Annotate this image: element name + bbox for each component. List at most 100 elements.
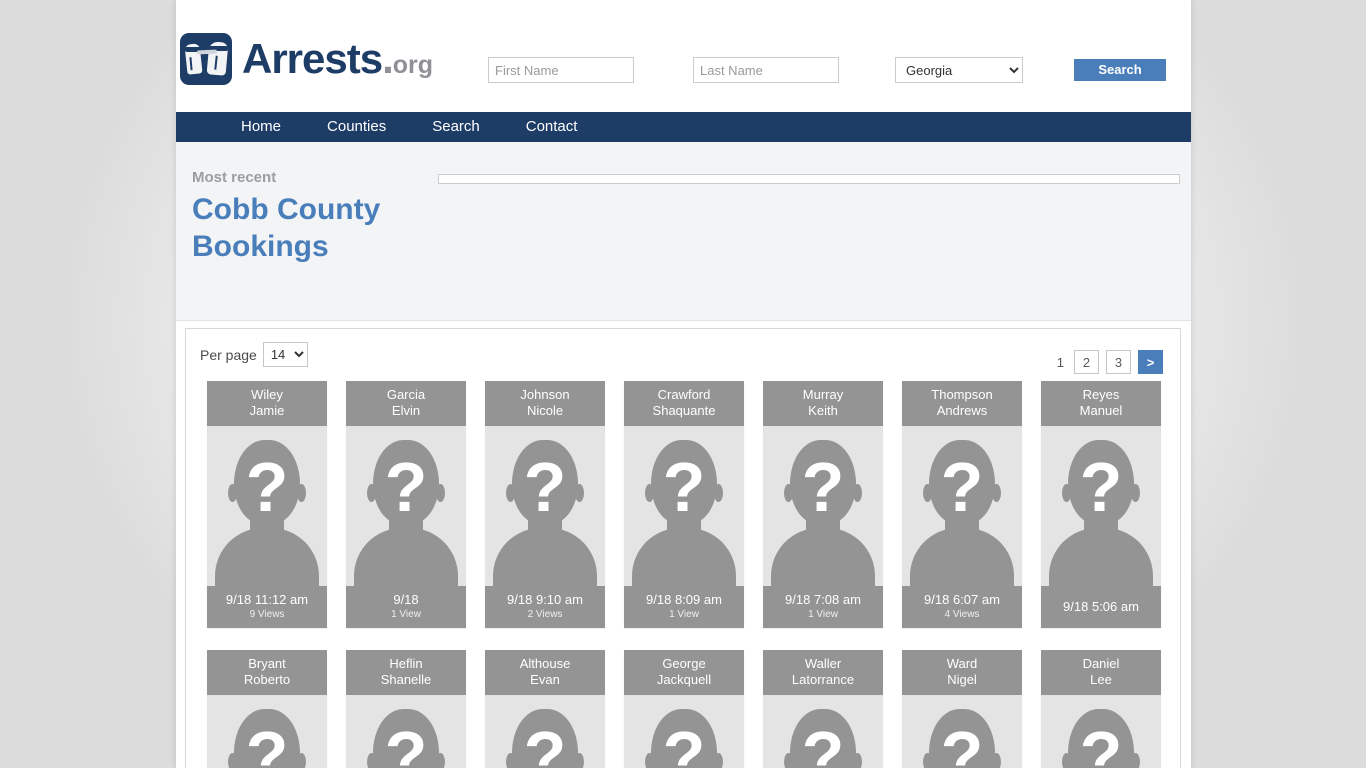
booking-first-name: Latorrance bbox=[791, 672, 855, 687]
booking-card-name: Reyes Manuel bbox=[1041, 381, 1161, 426]
booking-first-name: Manuel bbox=[1079, 403, 1123, 418]
booking-card[interactable]: Bryant Roberto? bbox=[207, 650, 327, 768]
logo-tld: org bbox=[392, 51, 434, 79]
booking-last-name: Heflin bbox=[389, 656, 423, 671]
page-container: Arrests.org Georgia Search Home Counties… bbox=[176, 0, 1191, 768]
booking-last-name: Johnson bbox=[520, 387, 570, 402]
main-navigation: Home Counties Search Contact bbox=[176, 112, 1191, 142]
booking-last-name: Crawford bbox=[657, 387, 711, 402]
per-page-select[interactable]: 14 bbox=[262, 342, 308, 367]
booking-card[interactable]: George Jackquell? bbox=[624, 650, 744, 768]
booking-card-name: Johnson Nicole bbox=[485, 381, 605, 426]
unknown-person-icon: ? bbox=[902, 695, 1022, 768]
booking-card-footer: 9/18 9:10 am 2 Views bbox=[485, 586, 605, 628]
booking-last-name: Thompson bbox=[931, 387, 993, 402]
booking-first-name: Lee bbox=[1090, 672, 1112, 687]
booking-card-footer: 9/18 7:08 am 1 View bbox=[763, 586, 883, 628]
booking-card-name: Heflin Shanelle bbox=[346, 650, 466, 695]
unknown-person-icon: ? bbox=[346, 426, 466, 586]
booking-card[interactable]: Thompson Andrews? 9/18 6:07 am 4 Views bbox=[902, 381, 1022, 628]
unknown-person-icon: ? bbox=[207, 695, 327, 768]
booking-card-name: Ward Nigel bbox=[902, 650, 1022, 695]
booking-view-count: 4 Views bbox=[944, 609, 980, 620]
unknown-person-icon: ? bbox=[1041, 426, 1161, 586]
booking-card[interactable]: Ward Nigel? bbox=[902, 650, 1022, 768]
pagination-next-button[interactable]: > bbox=[1138, 350, 1163, 374]
first-name-input[interactable] bbox=[488, 57, 634, 83]
pagination-page-3[interactable]: 3 bbox=[1106, 350, 1131, 374]
booking-timestamp: 9/18 6:07 am bbox=[924, 592, 1000, 607]
booking-last-name: Reyes bbox=[1082, 387, 1120, 402]
booking-timestamp: 9/18 5:06 am bbox=[1063, 599, 1139, 614]
nav-item-contact[interactable]: Contact bbox=[503, 112, 601, 142]
booking-last-name: Althouse bbox=[519, 656, 571, 671]
booking-card-name: Althouse Evan bbox=[485, 650, 605, 695]
booking-last-name: Wiley bbox=[251, 387, 283, 402]
booking-card[interactable]: Heflin Shanelle? bbox=[346, 650, 466, 768]
unknown-person-icon: ? bbox=[624, 426, 744, 586]
booking-first-name: Andrews bbox=[936, 403, 988, 418]
per-page-label: Per page bbox=[200, 346, 257, 363]
booking-first-name: Nicole bbox=[526, 403, 564, 418]
results-toolbar: Per page 14 1 2 3 > bbox=[186, 329, 1180, 381]
intro-section: Most recent Cobb County Bookings bbox=[176, 142, 1191, 321]
booking-card[interactable]: Waller Latorrance? bbox=[763, 650, 883, 768]
booking-first-name: Nigel bbox=[947, 672, 977, 687]
booking-card[interactable]: Wiley Jamie? 9/18 11:12 am 9 Views bbox=[207, 381, 327, 628]
booking-card[interactable]: Crawford Shaquante? 9/18 8:09 am 1 View bbox=[624, 381, 744, 628]
unknown-person-icon: ? bbox=[207, 426, 327, 586]
last-name-input[interactable] bbox=[693, 57, 839, 83]
unknown-person-icon: ? bbox=[346, 695, 466, 768]
unknown-person-icon: ? bbox=[902, 426, 1022, 586]
logo-wordmark: Arrests.org bbox=[242, 38, 433, 80]
results-panel: Per page 14 1 2 3 > Wiley Jamie? 9/18 11:1… bbox=[185, 328, 1181, 768]
booking-first-name: Jackquell bbox=[656, 672, 712, 687]
booking-first-name: Shaquante bbox=[652, 403, 716, 418]
booking-view-count: 2 Views bbox=[527, 609, 563, 620]
booking-first-name: Roberto bbox=[243, 672, 291, 687]
unknown-person-icon: ? bbox=[485, 695, 605, 768]
search-button[interactable]: Search bbox=[1074, 59, 1166, 81]
booking-timestamp: 9/18 9:10 am bbox=[507, 592, 583, 607]
nav-item-counties[interactable]: Counties bbox=[304, 112, 409, 142]
unknown-person-icon: ? bbox=[763, 695, 883, 768]
booking-timestamp: 9/18 bbox=[393, 592, 419, 607]
booking-first-name: Shanelle bbox=[380, 672, 432, 687]
site-logo[interactable]: Arrests.org bbox=[180, 33, 433, 85]
booking-card-footer: 9/18 6:07 am 4 Views bbox=[902, 586, 1022, 628]
booking-card-footer: 9/18 8:09 am 1 View bbox=[624, 586, 744, 628]
state-select[interactable]: Georgia bbox=[895, 57, 1023, 83]
booking-first-name: Elvin bbox=[391, 403, 421, 418]
booking-card-footer: 9/18 1 View bbox=[346, 586, 466, 628]
nav-item-search[interactable]: Search bbox=[409, 112, 503, 142]
pagination: 1 2 3 > bbox=[1054, 350, 1163, 374]
booking-view-count: 9 Views bbox=[249, 609, 285, 620]
booking-card-name: Thompson Andrews bbox=[902, 381, 1022, 426]
pagination-current-page: 1 bbox=[1056, 354, 1064, 370]
booking-view-count: 1 View bbox=[808, 609, 838, 620]
booking-card[interactable]: Althouse Evan? bbox=[485, 650, 605, 768]
booking-timestamp: 9/18 7:08 am bbox=[785, 592, 861, 607]
booking-card[interactable]: Garcia Elvin? 9/18 1 View bbox=[346, 381, 466, 628]
booking-card[interactable]: Johnson Nicole? 9/18 9:10 am 2 Views bbox=[485, 381, 605, 628]
pagination-page-2[interactable]: 2 bbox=[1074, 350, 1099, 374]
advertisement-placeholder bbox=[438, 174, 1180, 184]
per-page-control: Per page 14 bbox=[200, 342, 308, 367]
unknown-person-icon: ? bbox=[763, 426, 883, 586]
logo-dot: . bbox=[382, 35, 394, 82]
booking-card-footer: 9/18 5:06 am bbox=[1041, 586, 1161, 628]
unknown-person-icon: ? bbox=[624, 695, 744, 768]
booking-card[interactable]: Murray Keith? 9/18 7:08 am 1 View bbox=[763, 381, 883, 628]
booking-card[interactable]: Reyes Manuel? 9/18 5:06 am bbox=[1041, 381, 1161, 628]
booking-card-name: Waller Latorrance bbox=[763, 650, 883, 695]
logo-brand-text: Arrests bbox=[242, 35, 383, 82]
booking-card-name: Wiley Jamie bbox=[207, 381, 327, 426]
booking-timestamp: 9/18 8:09 am bbox=[646, 592, 722, 607]
booking-view-count: 1 View bbox=[669, 609, 699, 620]
booking-card[interactable]: Daniel Lee? bbox=[1041, 650, 1161, 768]
unknown-person-icon: ? bbox=[1041, 695, 1161, 768]
booking-last-name: Murray bbox=[802, 387, 844, 402]
booking-card-name: George Jackquell bbox=[624, 650, 744, 695]
nav-item-home[interactable]: Home bbox=[218, 112, 304, 142]
unknown-person-icon: ? bbox=[485, 426, 605, 586]
